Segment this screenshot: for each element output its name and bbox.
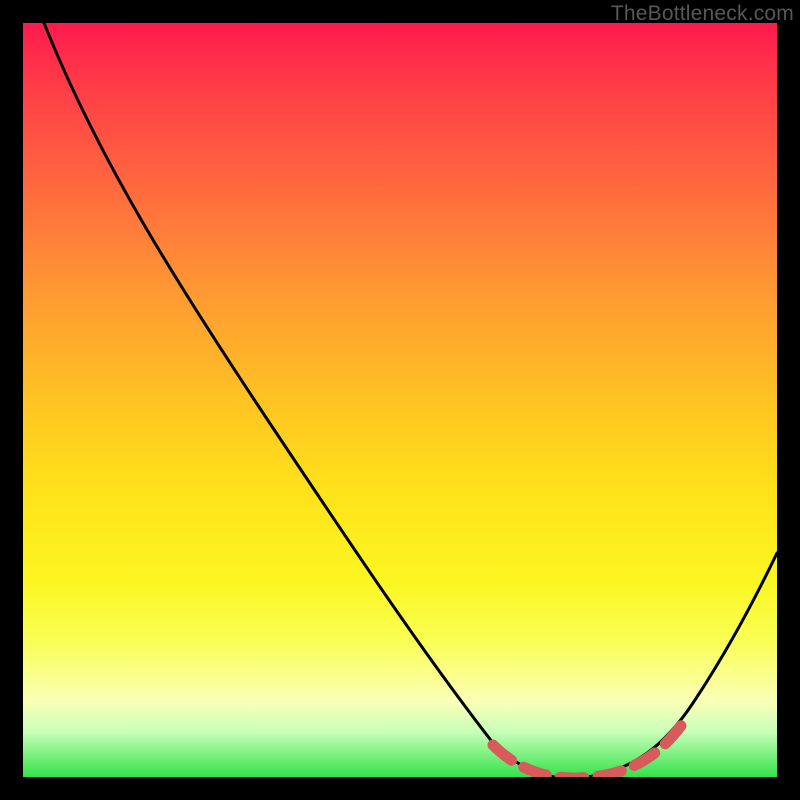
bottleneck-curve [23,23,777,777]
chart-area [23,23,777,777]
watermark-text: TheBottleneck.com [611,2,794,26]
